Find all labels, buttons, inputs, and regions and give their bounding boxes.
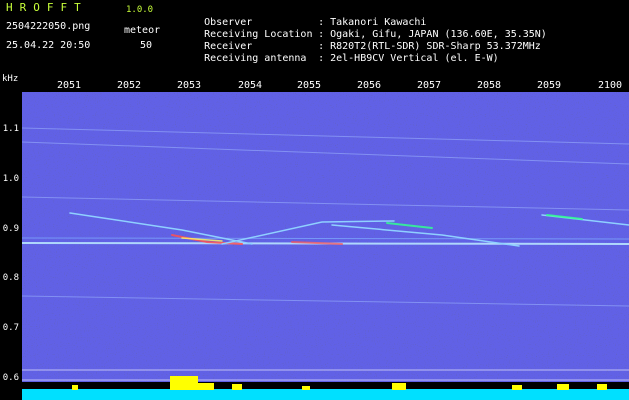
y-tick-label: 0.8 [2, 273, 19, 283]
meta-colon: : [318, 53, 325, 64]
x-tick-label: 2059 [536, 80, 562, 91]
meta-label: Receiving antenna [204, 53, 307, 64]
x-tick-label: 2051 [56, 80, 82, 91]
level-peak [597, 384, 607, 390]
x-tick-label: 2054 [237, 80, 263, 91]
level-peak [512, 385, 522, 390]
timestamp: 25.04.22 20:50 [6, 40, 91, 51]
level-peak [557, 384, 569, 390]
level-peak [232, 384, 242, 390]
x-tick-label: 2053 [176, 80, 202, 91]
level-peak [392, 383, 406, 390]
hrofft-window: HROFFT 1.0.0 2504222050.png meteor 25.04… [0, 0, 629, 400]
meta-value: 2el-HB9CV Vertical (el. E-W) [330, 53, 499, 64]
mode-count: 50 [139, 40, 152, 51]
level-peak [72, 385, 78, 390]
level-peak [170, 376, 198, 390]
x-tick-label: 2056 [356, 80, 382, 91]
x-tick-label: 2055 [296, 80, 322, 91]
level-peak [302, 386, 310, 390]
x-tick-label: 2100 [597, 80, 623, 91]
x-tick-label: 2052 [116, 80, 142, 91]
file-name: 2504222050.png [6, 21, 91, 32]
level-peak [198, 383, 214, 390]
y-tick-label: 0.9 [2, 224, 19, 234]
app-version: 1.0.0 [126, 5, 154, 15]
app-name: HROFFT [6, 1, 88, 14]
signal-level-bar [22, 389, 629, 400]
y-tick-label: 1.1 [2, 124, 19, 134]
meta-row-antenna: Receiving antenna:2el-HB9CV Vertical (el… [180, 41, 499, 77]
mode-label: meteor [124, 25, 161, 36]
x-tick-label: 2057 [416, 80, 442, 91]
y-tick-label: 0.6 [2, 373, 19, 383]
x-tick-label: 2058 [476, 80, 502, 91]
y-tick-label: 1.0 [2, 174, 19, 184]
y-axis-unit: kHz [2, 74, 19, 84]
y-tick-label: 0.7 [2, 323, 19, 333]
spectrogram-plot [22, 92, 629, 400]
